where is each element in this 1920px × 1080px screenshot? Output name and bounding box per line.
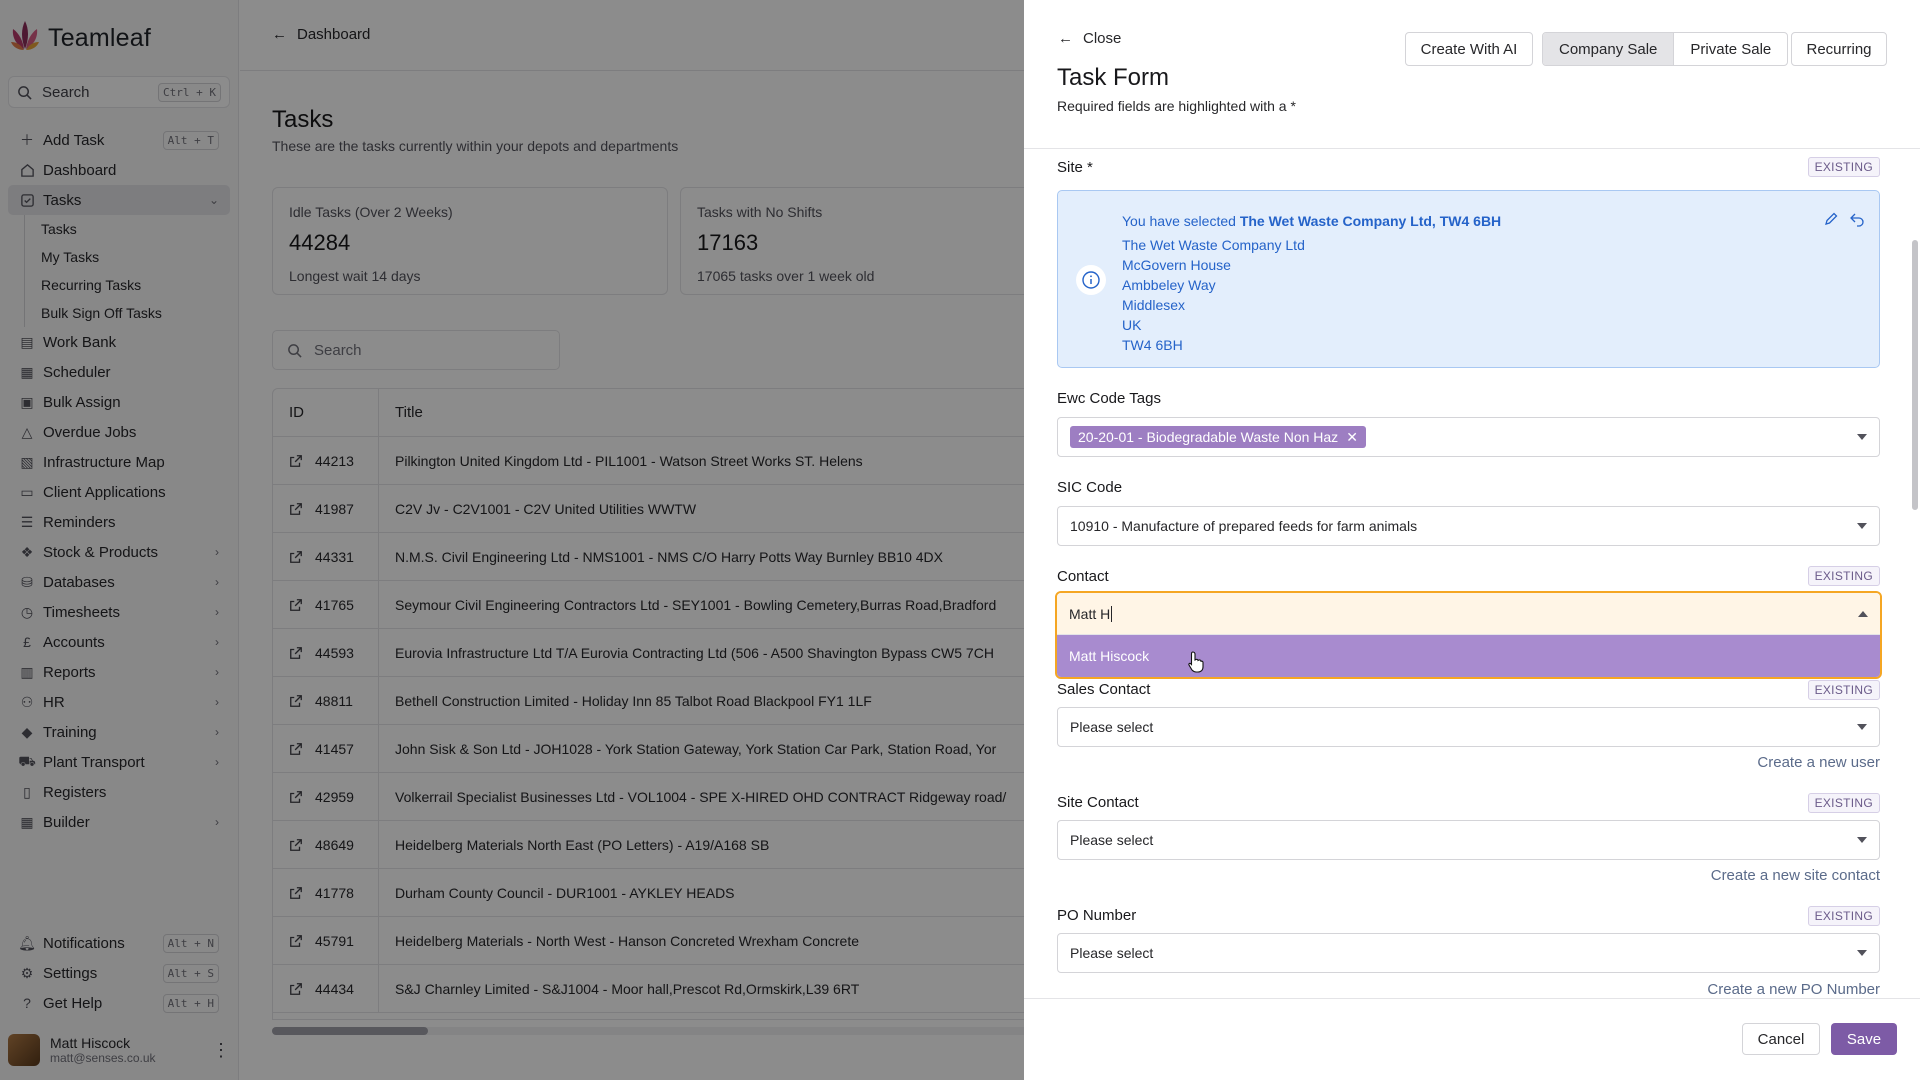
select-placeholder: Please select [1070,719,1154,735]
tab-company-sale[interactable]: Company Sale [1543,33,1675,65]
address-line: Ambbeley Way [1122,277,1216,293]
selected-site-panel: You have selected The Wet Waste Company … [1057,190,1880,368]
selected-prefix: You have selected [1122,213,1236,229]
contact-label: Contact [1057,568,1109,585]
sic-code-value: 10910 - Manufacture of prepared feeds fo… [1070,518,1418,534]
po-number-select[interactable]: Please select [1057,933,1880,973]
modal-backdrop[interactable] [0,0,1024,1080]
site-actions [1823,211,1865,227]
create-new-site-contact-link[interactable]: Create a new site contact [1711,867,1880,884]
undo-icon[interactable] [1849,211,1865,227]
save-button[interactable]: Save [1831,1023,1897,1055]
chevron-down-icon [1857,523,1867,529]
address-line: McGovern House [1122,257,1231,273]
site-label: Site * [1057,159,1093,176]
site-contact-label: Site Contact [1057,794,1139,811]
vertical-scrollbar[interactable] [1912,240,1918,510]
pencil-icon[interactable] [1823,211,1839,227]
form-subtitle: Required fields are highlighted with a * [1057,98,1296,114]
existing-badge: EXISTING [1807,157,1880,177]
address-line: TW4 6BH [1122,337,1183,353]
tab-private-sale[interactable]: Private Sale [1674,33,1787,65]
close-button[interactable]: ← Close [1058,30,1121,47]
address-line: Middlesex [1122,297,1186,313]
contact-input-value: Matt H [1069,605,1111,622]
sales-contact-label: Sales Contact [1057,681,1151,698]
select-placeholder: Please select [1070,832,1154,848]
selected-site-name: The Wet Waste Company Ltd, TW4 6BH [1239,213,1502,229]
pointer-hand-icon [1188,651,1204,673]
existing-badge: EXISTING [1807,680,1880,700]
create-new-user-link[interactable]: Create a new user [1757,754,1880,771]
remove-tag-icon[interactable]: ✕ [1346,429,1358,446]
existing-badge: EXISTING [1807,906,1880,926]
site-contact-select[interactable]: Please select [1057,820,1880,860]
header-divider [1024,148,1920,149]
po-number-label: PO Number [1057,907,1137,924]
create-with-ai-button[interactable]: Create With AI [1405,32,1533,66]
sic-code-select[interactable]: 10910 - Manufacture of prepared feeds fo… [1057,506,1880,546]
ewc-code-tags-label: Ewc Code Tags [1057,390,1161,407]
form-title: Task Form [1057,64,1170,91]
ewc-tag-label: 20-20-01 - Biodegradable Waste Non Haz [1078,429,1339,445]
create-new-po-number-link[interactable]: Create a new PO Number [1707,981,1880,998]
existing-badge: EXISTING [1807,566,1880,586]
recurring-button[interactable]: Recurring [1791,32,1887,66]
select-placeholder: Please select [1070,945,1154,961]
chevron-up-icon[interactable] [1858,610,1868,617]
chevron-down-icon [1857,837,1867,843]
contact-combobox: Matt H Matt Hiscock [1055,591,1882,679]
chevron-down-icon [1857,724,1867,730]
close-label: Close [1083,30,1122,47]
task-form-drawer: ← Close Task Form Required fields are hi… [1024,0,1920,1080]
sic-code-label: SIC Code [1057,479,1123,496]
ewc-code-tags-select[interactable]: 20-20-01 - Biodegradable Waste Non Haz ✕ [1057,417,1880,457]
arrow-left-icon: ← [1058,30,1073,47]
contact-search-input[interactable]: Matt H [1057,593,1880,635]
chevron-down-icon [1857,434,1867,440]
chevron-down-icon [1857,950,1867,956]
sale-type-toggle: Company Sale Private Sale [1542,32,1789,66]
contact-option[interactable]: Matt Hiscock [1057,635,1880,677]
address-line: The Wet Waste Company Ltd [1122,237,1305,253]
text-cursor [1111,605,1113,622]
info-icon [1076,265,1106,295]
ewc-tag: 20-20-01 - Biodegradable Waste Non Haz ✕ [1070,426,1366,448]
existing-badge: EXISTING [1807,793,1880,813]
cancel-button[interactable]: Cancel [1742,1023,1820,1055]
sales-contact-select[interactable]: Please select [1057,707,1880,747]
selected-site-text: You have selected The Wet Waste Company … [1122,211,1501,355]
address-line: UK [1122,317,1142,333]
